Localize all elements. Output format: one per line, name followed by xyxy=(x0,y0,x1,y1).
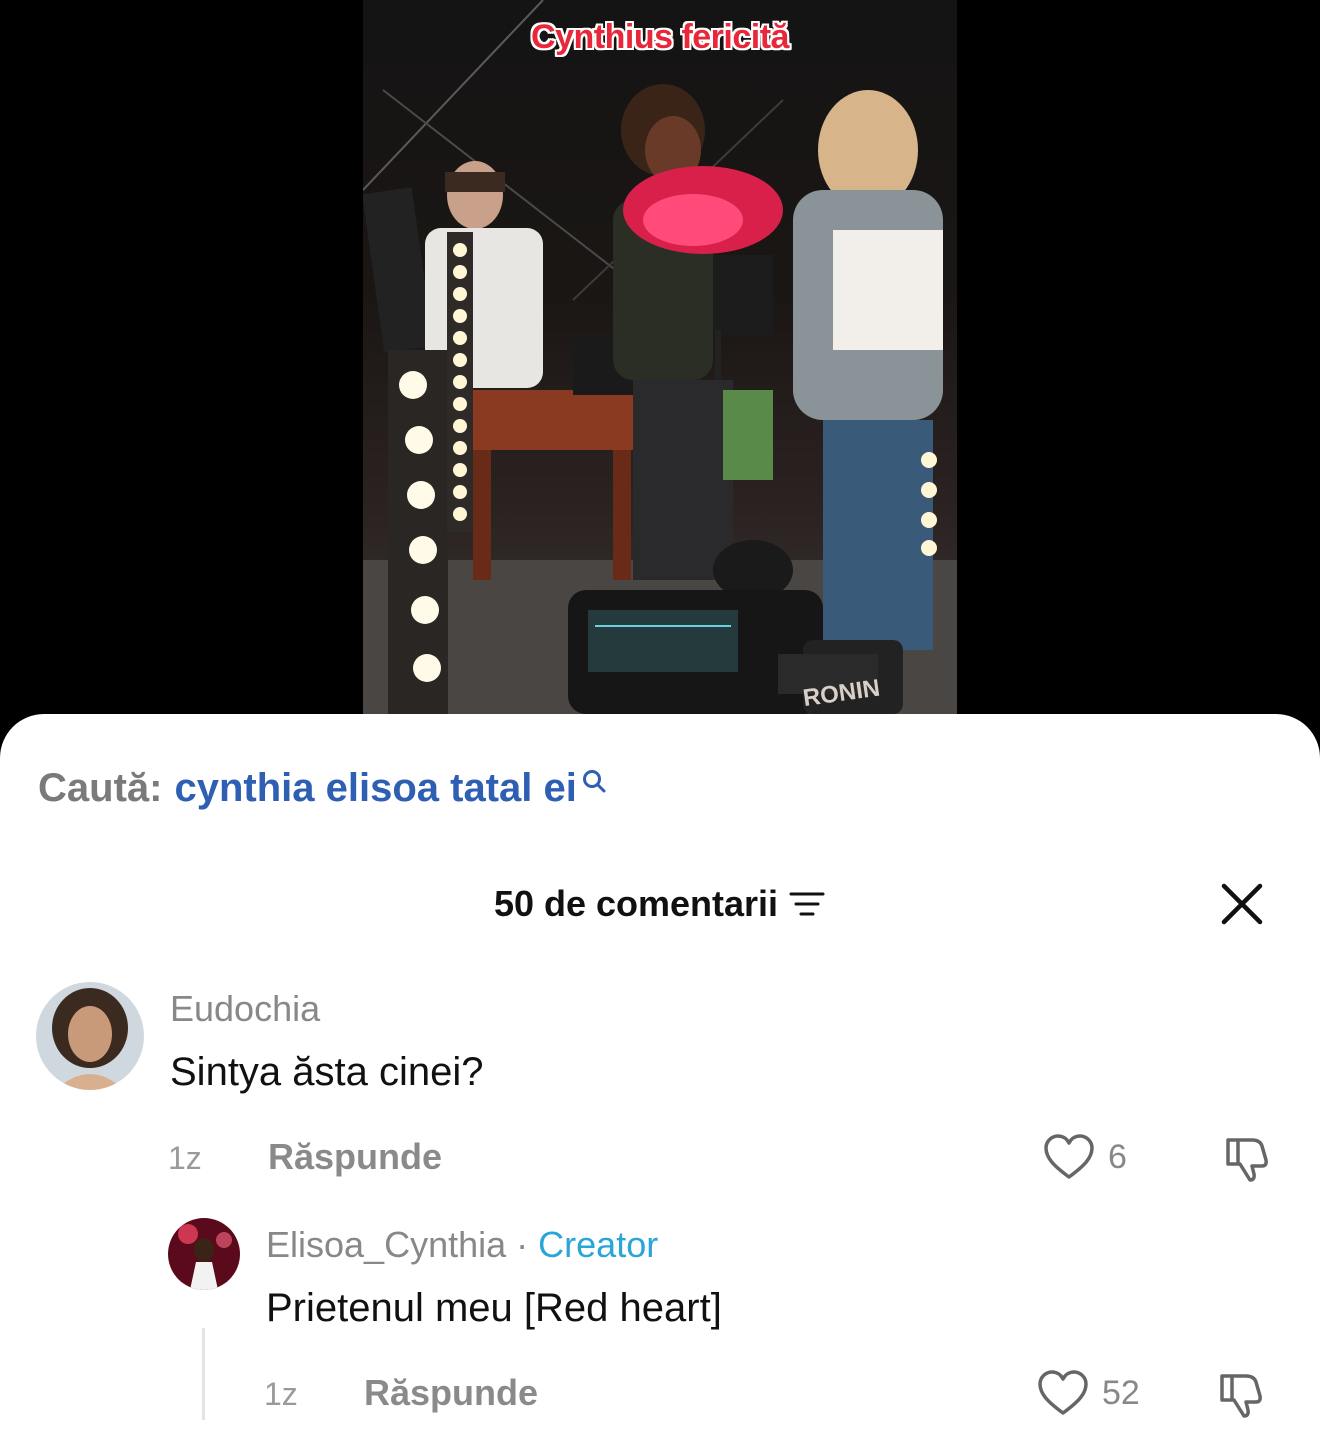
like-button[interactable]: 52 xyxy=(1036,1368,1140,1418)
reply-button[interactable]: Răspunde xyxy=(364,1372,538,1414)
avatar[interactable] xyxy=(168,1218,240,1290)
thumbs-down-icon[interactable] xyxy=(1216,1368,1268,1420)
heart-outline-icon xyxy=(1038,1370,1088,1415)
video-scene-image: RONIN xyxy=(363,0,957,714)
video-player[interactable]: RONIN Cynthius fericită xyxy=(0,0,1320,760)
video-frame[interactable]: RONIN Cynthius fericită xyxy=(363,0,957,714)
creator-badge: Creator xyxy=(538,1224,659,1265)
reply-item: Elisoa_Cynthia · Creator Prietenul meu [… xyxy=(0,714,1320,1442)
reply-username-row: Elisoa_Cynthia · Creator xyxy=(266,1224,658,1266)
video-overlay-caption: Cynthius fericită xyxy=(531,18,789,56)
reply-username[interactable]: Elisoa_Cynthia xyxy=(266,1224,506,1265)
reply-thread-line xyxy=(202,1328,205,1420)
reply-text: Prietenul meu [Red heart] xyxy=(266,1286,722,1330)
like-count: 52 xyxy=(1102,1373,1140,1412)
reply-timestamp: 1z xyxy=(264,1376,298,1412)
comments-sheet: Caută: cynthia elisoa tatal ei 50 de com… xyxy=(0,714,1320,1442)
username-separator: · xyxy=(516,1224,529,1265)
